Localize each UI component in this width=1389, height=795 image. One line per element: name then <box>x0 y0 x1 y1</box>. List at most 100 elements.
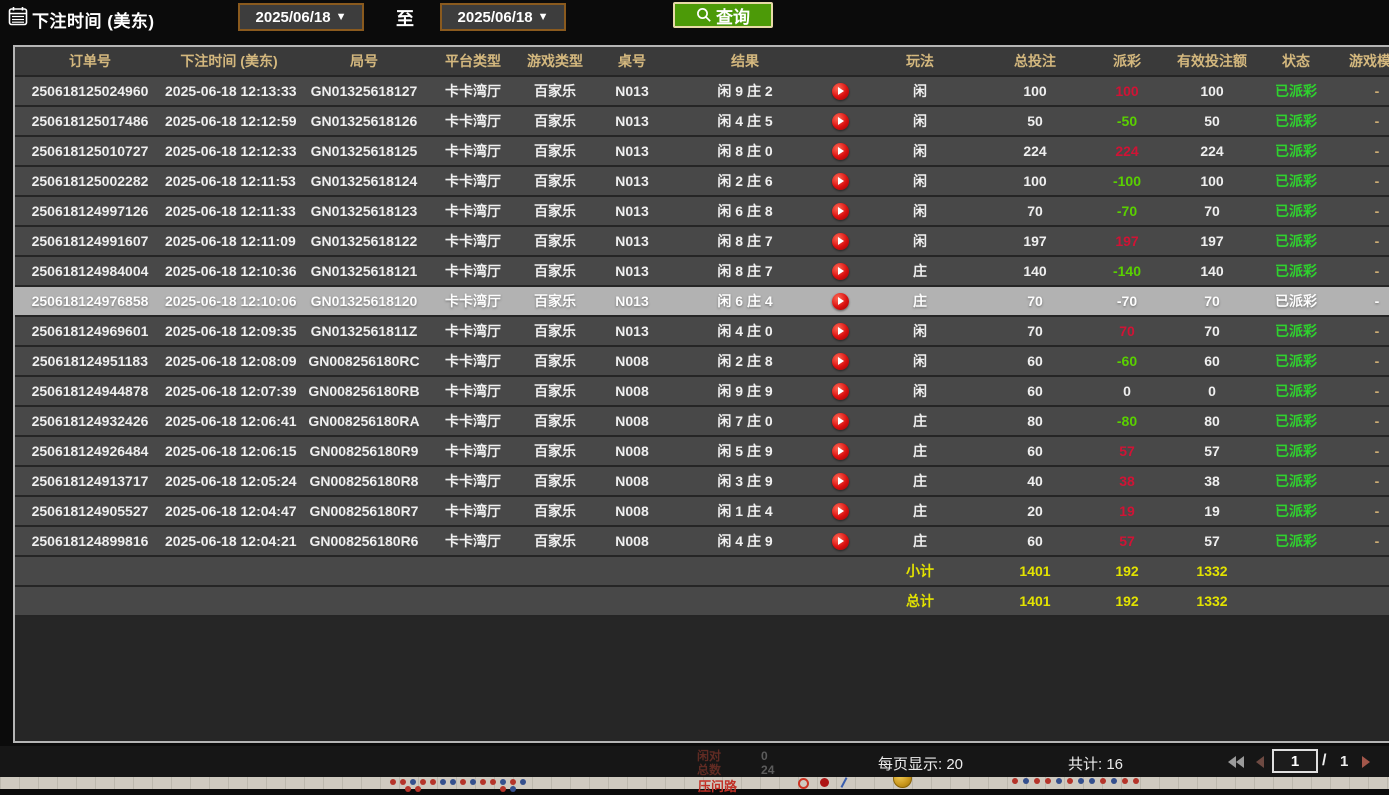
play-icon-cell <box>825 533 855 550</box>
platform-cell: 卡卡湾厅 <box>435 467 511 495</box>
column-header-2[interactable]: 局号 <box>293 47 435 75</box>
platform-cell: 卡卡湾厅 <box>435 527 511 555</box>
play-type-cell: 闲 <box>855 377 985 405</box>
table-row[interactable]: 2506181249055272025-06-18 12:04:47GN0082… <box>15 497 1389 527</box>
table-no-cell: N013 <box>599 137 665 165</box>
game-type-cell: 百家乐 <box>511 197 599 225</box>
total-bet-cell: 60 <box>985 377 1085 405</box>
platform-cell: 卡卡湾厅 <box>435 77 511 105</box>
column-header-8[interactable]: 玩法 <box>855 47 985 75</box>
play-video-icon[interactable] <box>832 353 849 370</box>
result-cell: 闲 3 庄 9 <box>665 467 825 495</box>
bet-time-cell: 2025-06-18 12:05:24 <box>165 467 293 495</box>
play-video-icon[interactable] <box>832 83 849 100</box>
betting-records-page: { "filter_bar": { "label": "下注时间 (美东)", … <box>0 0 1389 789</box>
play-video-icon[interactable] <box>832 533 849 550</box>
table-row[interactable]: 2506181249696012025-06-18 12:09:35GN0132… <box>15 317 1389 347</box>
payout-cell: 0 <box>1085 377 1169 405</box>
grand-total-valid-bet: 1332 <box>1169 587 1255 615</box>
round-no-cell: GN008256180RC <box>293 347 435 375</box>
column-header-0[interactable]: 订单号 <box>15 47 165 75</box>
date-from-select[interactable]: 2025/06/18 ▼ <box>238 3 364 31</box>
date-range-to-label: 至 <box>396 5 414 31</box>
table-row[interactable]: 2506181249511832025-06-18 12:08:09GN0082… <box>15 347 1389 377</box>
play-video-icon[interactable] <box>832 503 849 520</box>
first-page-icon[interactable] <box>1236 756 1244 768</box>
bead-road-dot <box>520 779 526 785</box>
table-row[interactable]: 2506181249971262025-06-18 12:11:33GN0132… <box>15 197 1389 227</box>
next-page-icon[interactable] <box>1362 756 1370 768</box>
total-bet-cell: 224 <box>985 137 1085 165</box>
date-to-select[interactable]: 2025/06/18 ▼ <box>440 3 566 31</box>
table-row[interactable]: 2506181249324262025-06-18 12:06:41GN0082… <box>15 407 1389 437</box>
column-header-4[interactable]: 游戏类型 <box>511 47 599 75</box>
table-row[interactable]: 2506181249264842025-06-18 12:06:15GN0082… <box>15 437 1389 467</box>
column-header-9[interactable]: 总投注 <box>985 47 1085 75</box>
status-badge: 已派彩 <box>1255 347 1337 375</box>
bead-road-dot <box>1067 778 1073 784</box>
game-type-cell: 百家乐 <box>511 107 599 135</box>
result-cell: 闲 8 庄 7 <box>665 227 825 255</box>
play-video-icon[interactable] <box>832 263 849 280</box>
valid-bet-cell: 80 <box>1169 407 1255 435</box>
valid-bet-cell: 70 <box>1169 287 1255 315</box>
play-video-icon[interactable] <box>832 203 849 220</box>
column-header-11[interactable]: 有效投注额 <box>1169 47 1255 75</box>
table-row[interactable]: 2506181249840042025-06-18 12:10:36GN0132… <box>15 257 1389 287</box>
table-row[interactable]: 2506181250249602025-06-18 12:13:33GN0132… <box>15 77 1389 107</box>
play-icon-cell <box>825 323 855 340</box>
first-page-icon[interactable] <box>1228 756 1236 768</box>
prev-page-icon[interactable] <box>1256 756 1264 768</box>
play-video-icon[interactable] <box>832 293 849 310</box>
play-video-icon[interactable] <box>832 113 849 130</box>
round-no-cell: GN008256180RA <box>293 407 435 435</box>
game-type-cell: 百家乐 <box>511 437 599 465</box>
play-video-icon[interactable] <box>832 413 849 430</box>
table-row[interactable]: 2506181250107272025-06-18 12:12:33GN0132… <box>15 137 1389 167</box>
table-row[interactable]: 2506181249448782025-06-18 12:07:39GN0082… <box>15 377 1389 407</box>
play-video-icon[interactable] <box>832 383 849 400</box>
table-row[interactable]: 2506181249137172025-06-18 12:05:24GN0082… <box>15 467 1389 497</box>
column-header-6[interactable]: 结果 <box>665 47 825 75</box>
valid-bet-cell: 100 <box>1169 167 1255 195</box>
column-header-10[interactable]: 派彩 <box>1085 47 1169 75</box>
query-button[interactable]: 查询 <box>673 2 773 28</box>
game-mode-cell: - <box>1337 77 1389 105</box>
play-type-cell: 庄 <box>855 407 985 435</box>
play-icon-cell <box>825 353 855 370</box>
total-bet-cell: 197 <box>985 227 1085 255</box>
platform-cell: 卡卡湾厅 <box>435 137 511 165</box>
payout-cell: 224 <box>1085 137 1169 165</box>
total-bet-cell: 60 <box>985 437 1085 465</box>
table-row[interactable]: 2506181249916072025-06-18 12:11:09GN0132… <box>15 227 1389 257</box>
play-video-icon[interactable] <box>832 473 849 490</box>
round-no-cell: GN008256180R7 <box>293 497 435 525</box>
round-no-cell: GN0132561811Z <box>293 317 435 345</box>
filter-bar: 下注时间 (美东) 2025/06/18 ▼ 至 2025/06/18 ▼ 查询 <box>0 0 1389 45</box>
play-video-icon[interactable] <box>832 143 849 160</box>
table-row[interactable]: 2506181250022822025-06-18 12:11:53GN0132… <box>15 167 1389 197</box>
order-no-cell: 250618124976858 <box>15 287 165 315</box>
column-header-3[interactable]: 平台类型 <box>435 47 511 75</box>
column-header-13[interactable]: 游戏模式 <box>1337 47 1389 75</box>
round-no-cell: GN01325618125 <box>293 137 435 165</box>
play-type-cell: 闲 <box>855 197 985 225</box>
table-body: 2506181250249602025-06-18 12:13:33GN0132… <box>15 77 1389 557</box>
column-header-1[interactable]: 下注时间 (美东) <box>165 47 293 75</box>
table-row[interactable]: 2506181248998162025-06-18 12:04:21GN0082… <box>15 527 1389 557</box>
table-row[interactable]: 2506181249768582025-06-18 12:10:06GN0132… <box>15 287 1389 317</box>
page-number-input[interactable] <box>1272 749 1318 773</box>
column-header-12[interactable]: 状态 <box>1255 47 1337 75</box>
play-video-icon[interactable] <box>832 323 849 340</box>
table-no-cell: N013 <box>599 107 665 135</box>
bead-road-dot <box>1012 778 1018 784</box>
column-header-5[interactable]: 桌号 <box>599 47 665 75</box>
valid-bet-cell: 19 <box>1169 497 1255 525</box>
table-no-cell: N008 <box>599 497 665 525</box>
table-row[interactable]: 2506181250174862025-06-18 12:12:59GN0132… <box>15 107 1389 137</box>
status-badge: 已派彩 <box>1255 437 1337 465</box>
play-video-icon[interactable] <box>832 443 849 460</box>
play-type-cell: 闲 <box>855 347 985 375</box>
play-video-icon[interactable] <box>832 233 849 250</box>
play-video-icon[interactable] <box>832 173 849 190</box>
